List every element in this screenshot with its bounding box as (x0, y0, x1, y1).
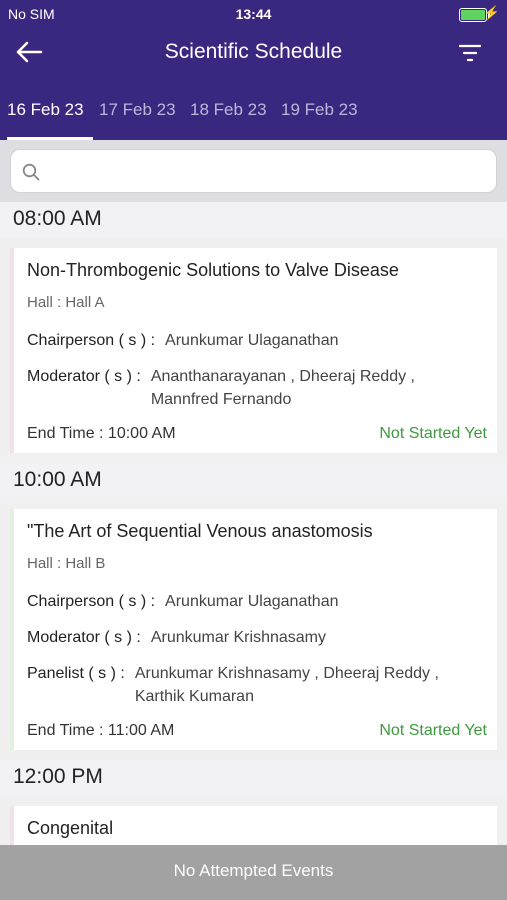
schedule-list[interactable]: 08:00 AM Non-Thrombogenic Solutions to V… (0, 202, 507, 845)
nav-bar: Scientific Schedule (0, 28, 507, 78)
search-icon (22, 163, 40, 181)
session-footer: End Time : 10:00 AM Not Started Yet (27, 425, 487, 443)
tab-16-feb[interactable]: 16 Feb 23 (7, 86, 93, 140)
panelist-label: Panelist ( s ) : (27, 665, 125, 682)
tab-label: 16 Feb 23 (7, 100, 84, 119)
moderator-label: Moderator ( s ) : (27, 629, 141, 646)
clock: 13:44 (235, 6, 272, 22)
chairperson-value: Arunkumar Ulaganathan (165, 332, 339, 349)
moderator-value: Arunkumar Krishnasamy (150, 629, 326, 646)
session-title: "The Art of Sequential Venous anastomosi… (27, 521, 373, 541)
search-bar-container (0, 140, 507, 202)
tab-17-feb[interactable]: 17 Feb 23 (99, 86, 185, 140)
session-title: Non-Thrombogenic Solutions to Valve Dise… (27, 260, 399, 280)
charging-bolt-icon: ⚡ (483, 5, 500, 20)
chairperson-row: Chairperson ( s ) : Arunkumar Ulaganatha… (27, 590, 487, 613)
session-status: Not Started Yet (379, 722, 487, 739)
session-title: Congenital (27, 818, 114, 838)
filter-button[interactable] (458, 44, 482, 62)
search-input[interactable] (51, 158, 485, 186)
battery-icon (459, 8, 490, 22)
session-footer: End Time : 11:00 AM Not Started Yet (27, 722, 487, 740)
moderator-label: Moderator ( s ) : (27, 368, 141, 385)
panelist-row: Panelist ( s ) : Arunkumar Krishnasamy ,… (27, 662, 487, 708)
panelist-value: Arunkumar Krishnasamy , Dheeraj Reddy , … (134, 665, 439, 705)
tab-18-feb[interactable]: 18 Feb 23 (190, 86, 276, 140)
tab-19-feb[interactable]: 19 Feb 23 (281, 86, 367, 140)
filter-icon (458, 44, 482, 62)
time-slot-header: 08:00 AM (0, 202, 507, 238)
chairperson-row: Chairperson ( s ) : Arunkumar Ulaganatha… (27, 329, 487, 352)
session-hall: Hall : Hall B (27, 555, 106, 572)
end-time: End Time : 11:00 AM (27, 722, 175, 739)
page-title: Scientific Schedule (164, 40, 343, 63)
session-card[interactable]: "The Art of Sequential Venous anastomosi… (10, 509, 497, 750)
time-slot-header: 12:00 PM (0, 760, 507, 796)
chairperson-label: Chairperson ( s ) : (27, 593, 156, 610)
moderator-row: Moderator ( s ) : Ananthanarayanan , Dhe… (27, 365, 487, 411)
chairperson-value: Arunkumar Ulaganathan (165, 593, 339, 610)
moderator-value: Ananthanarayanan , Dheeraj Reddy , Mannf… (150, 368, 415, 408)
tab-label: 17 Feb 23 (99, 100, 176, 119)
moderator-row: Moderator ( s ) : Arunkumar Krishnasamy (27, 626, 487, 649)
session-card[interactable]: Non-Thrombogenic Solutions to Valve Dise… (10, 248, 497, 453)
session-card[interactable]: Congenital (10, 806, 497, 845)
attempted-events-bar[interactable]: No Attempted Events (0, 845, 507, 900)
app-header: No SIM 13:44 ⚡ Scientific Schedule 16 Fe… (0, 0, 507, 140)
tab-label: 19 Feb 23 (281, 100, 358, 119)
search-box[interactable] (10, 149, 497, 193)
status-bar: No SIM 13:44 ⚡ (0, 0, 507, 28)
chairperson-label: Chairperson ( s ) : (27, 332, 156, 349)
date-tabs: 16 Feb 23 17 Feb 23 18 Feb 23 19 Feb 23 (0, 86, 507, 140)
time-slot-header: 10:00 AM (0, 463, 507, 499)
tab-label: 18 Feb 23 (190, 100, 267, 119)
session-hall: Hall : Hall A (27, 294, 105, 311)
session-status: Not Started Yet (379, 425, 487, 442)
end-time: End Time : 10:00 AM (27, 425, 176, 442)
